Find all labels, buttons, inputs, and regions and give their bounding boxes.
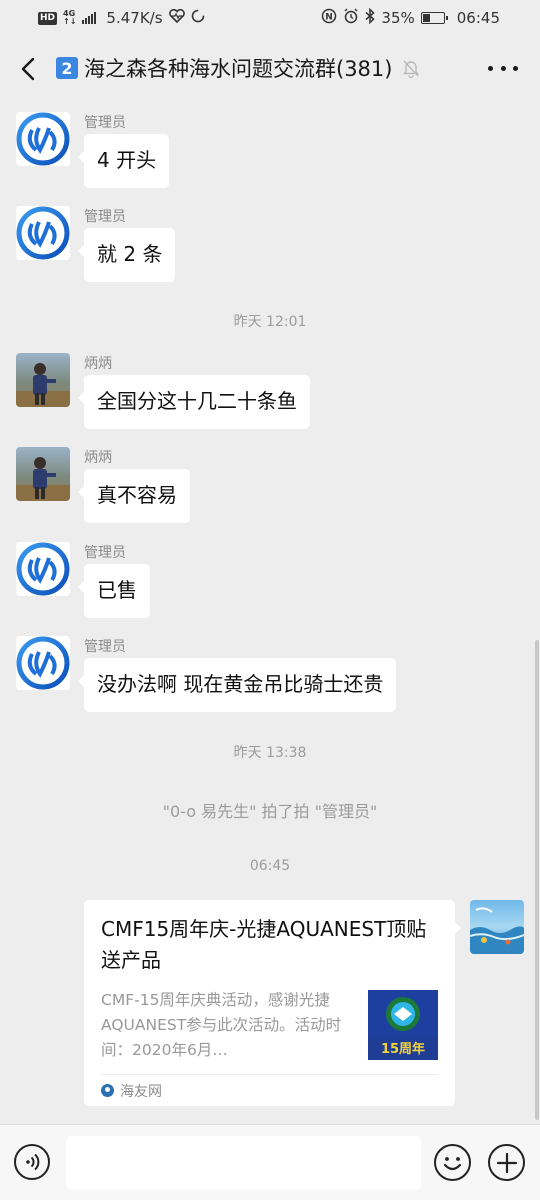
user-avatar[interactable]: [16, 447, 70, 501]
link-card-source: 海友网: [101, 1074, 438, 1106]
link-card[interactable]: CMF15周年庆-光捷AQUANEST顶贴送产品 CMF-15周年庆典活动，感谢…: [84, 900, 461, 1106]
plus-icon: [496, 1152, 517, 1173]
signal-icon: [82, 12, 97, 24]
input-bar: [0, 1124, 540, 1200]
mute-bell-icon: [402, 57, 422, 79]
nfc-icon: N: [321, 8, 337, 28]
heart-monitor-icon: [168, 8, 185, 27]
admin-avatar[interactable]: [16, 542, 70, 596]
timestamp: 昨天 12:01: [233, 314, 307, 330]
message-item: 炳炳 真不容易: [16, 447, 190, 523]
more-dot-icon: [488, 65, 493, 71]
smiley-icon: [443, 1157, 462, 1171]
hd-badge: HD: [38, 11, 58, 25]
voice-icon: [26, 1153, 40, 1171]
chat-title-group[interactable]: 2 海之森各种海水问题交流群(381): [56, 53, 422, 83]
sender-name: 管理员: [84, 639, 126, 655]
network-speed: 5.47K/s: [106, 9, 163, 27]
scrollbar[interactable]: [535, 640, 539, 1120]
back-arrow-icon: [21, 57, 35, 81]
link-card-thumbnail: 15周年: [368, 990, 438, 1060]
battery-percent: 35%: [381, 9, 415, 27]
network-arrows: ↑↓: [63, 17, 77, 26]
admin-avatar[interactable]: [16, 112, 70, 166]
my-avatar[interactable]: [470, 900, 524, 954]
admin-avatar[interactable]: [16, 636, 70, 690]
network-type: 4G ↑↓: [63, 10, 76, 26]
more-dot-icon: [500, 65, 506, 71]
chat-title: 海之森各种海水问题交流群(381): [84, 57, 393, 81]
timestamp: 昨天 13:38: [233, 745, 307, 761]
message-input[interactable]: [66, 1136, 421, 1190]
back-button[interactable]: [14, 53, 42, 85]
link-card-description: CMF-15周年庆典活动，感谢光捷AQUANEST参与此次活动。活动时间：202…: [101, 991, 342, 1059]
sender-name: 管理员: [84, 545, 126, 561]
link-card-title: CMF15周年庆-光捷AQUANEST顶贴送产品: [101, 917, 427, 972]
pat-notice: "0-o 易先生" 拍了拍 "管理员": [162, 802, 378, 821]
user-avatar[interactable]: [16, 353, 70, 407]
message-item: 管理员 就 2 条: [16, 206, 176, 282]
message-item: 管理员 已售: [16, 542, 150, 618]
more-options-button[interactable]: [488, 58, 518, 78]
more-functions-button[interactable]: [488, 1144, 525, 1181]
alarm-icon: [343, 8, 359, 28]
sender-name: 管理员: [84, 115, 126, 131]
more-dot-icon: [513, 65, 518, 71]
message-bubble[interactable]: 已售: [78, 564, 150, 618]
battery-icon: [420, 12, 448, 24]
message-item: 管理员 没办法啊 现在黄金吊比骑士还贵: [16, 636, 397, 712]
bluetooth-icon: [365, 7, 376, 28]
group-number-badge: 2: [56, 57, 78, 79]
message-bubble[interactable]: 全国分这十几二十条鱼: [78, 375, 310, 429]
chat-header: 2 海之森各种海水问题交流群(381): [0, 36, 540, 102]
source-logo-icon: [101, 1084, 114, 1097]
emoji-button[interactable]: [434, 1144, 471, 1181]
message-bubble[interactable]: 真不容易: [78, 469, 190, 523]
admin-avatar[interactable]: [16, 206, 70, 260]
message-item: 管理员 4 开头: [16, 112, 170, 188]
sender-name: 管理员: [84, 209, 126, 225]
message-bubble[interactable]: 4 开头: [77, 134, 170, 188]
sender-name: 炳炳: [84, 356, 112, 372]
link-card-source-name: 海友网: [120, 1083, 162, 1100]
sync-icon: [191, 9, 205, 27]
thumbnail-label: 15周年: [381, 1041, 425, 1057]
timestamp: 06:45: [249, 858, 291, 874]
message-item: 炳炳 全国分这十几二十条鱼: [16, 353, 310, 429]
message-bubble[interactable]: 就 2 条: [77, 228, 176, 282]
status-bar: HD 4G ↑↓ 5.47K/s N 35% 06:45: [0, 0, 540, 36]
message-bubble[interactable]: 没办法啊 现在黄金吊比骑士还贵: [77, 658, 397, 712]
sender-name: 炳炳: [84, 450, 112, 466]
svg-text:N: N: [326, 13, 334, 23]
voice-input-button[interactable]: [14, 1144, 50, 1180]
clock: 06:45: [456, 9, 500, 27]
